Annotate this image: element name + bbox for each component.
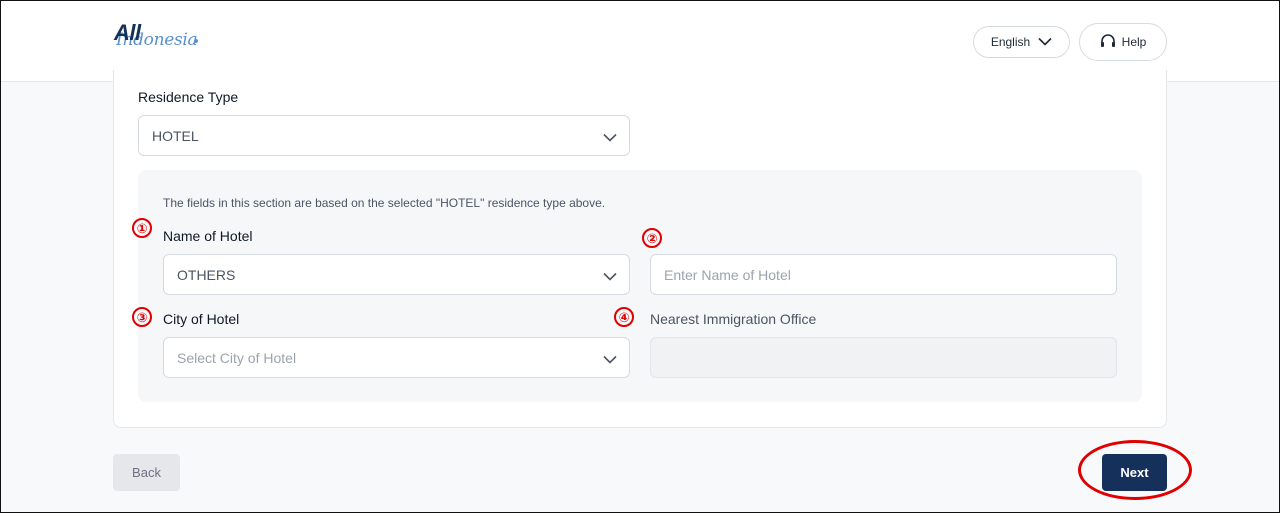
chevron-down-icon — [603, 129, 617, 145]
city-select[interactable]: Select City of Hotel — [163, 337, 630, 378]
language-selector[interactable]: English — [973, 26, 1070, 58]
hotel-name-select[interactable]: OTHERS — [163, 254, 630, 295]
annotation-marker-2: ② — [642, 228, 662, 248]
help-button[interactable]: Help — [1079, 23, 1167, 61]
headset-icon — [1100, 33, 1116, 51]
logo-maintext: All — [114, 20, 141, 45]
hotel-name-label: Name of Hotel — [163, 228, 253, 244]
section-note: The fields in this section are based on … — [163, 196, 606, 210]
annotation-marker-3: ③ — [132, 307, 152, 327]
residence-type-label: Residence Type — [138, 89, 239, 105]
residence-type-value: HOTEL — [152, 127, 199, 144]
language-label: English — [990, 35, 1031, 49]
annotation-marker-4: ④ — [614, 307, 634, 327]
immigration-office-label: Nearest Immigration Office — [650, 311, 817, 327]
back-button[interactable]: Back — [113, 454, 180, 491]
hotel-name-value: OTHERS — [177, 266, 236, 283]
immigration-office-input — [650, 337, 1117, 378]
chevron-down-icon — [603, 351, 617, 367]
chevron-down-icon — [1038, 35, 1052, 49]
next-button[interactable]: Next — [1102, 454, 1167, 491]
annotation-marker-1: ① — [132, 218, 152, 238]
residence-type-select[interactable]: HOTEL — [138, 115, 630, 156]
logo-dot — [194, 39, 198, 43]
help-label: Help — [1121, 35, 1147, 49]
chevron-down-icon — [603, 268, 617, 284]
city-label: City of Hotel — [163, 311, 240, 327]
hotel-name-input[interactable] — [650, 254, 1117, 295]
all-indonesia-logo[interactable]: Indonesia All — [114, 20, 204, 60]
city-placeholder: Select City of Hotel — [177, 349, 297, 366]
